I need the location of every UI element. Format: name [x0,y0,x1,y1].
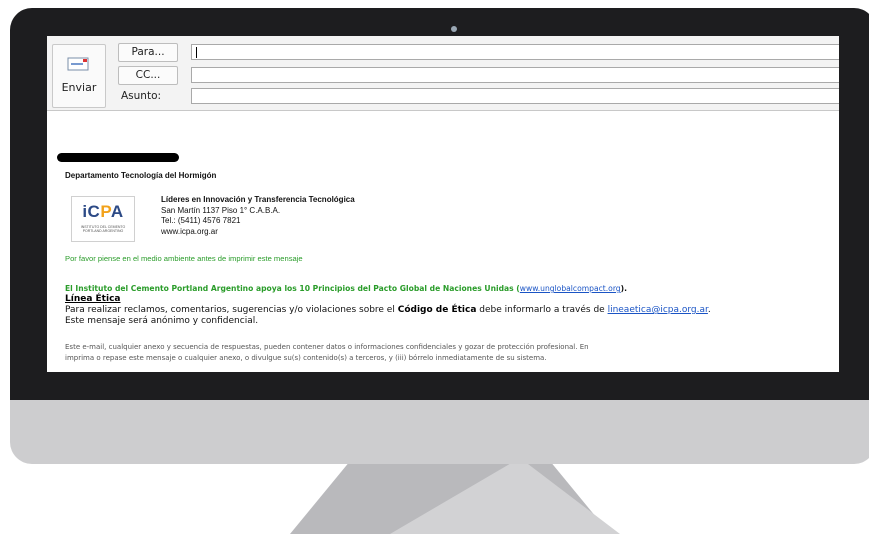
cc-button[interactable]: CC... [118,66,178,85]
send-label: Enviar [61,81,97,94]
signature-website: www.icpa.org.ar [161,226,218,236]
send-mail-icon [67,57,89,71]
global-compact-text: El Instituto del Cemento Portland Argent… [65,284,520,293]
ethics-line1-end: . [707,305,711,315]
signature-block: Líderes en Innovación y Transferencia Te… [161,195,355,237]
subject-label: Asunto: [121,90,162,102]
cc-field[interactable] [191,67,839,83]
message-body[interactable]: Departamento Tecnología del Hormigón iCP… [47,111,839,372]
ethics-email-link[interactable]: lineaetica@icpa.org.ar [608,305,708,315]
signature-phone: Tel.: (5411) 4576 7821 [161,216,241,225]
logo-wordmark: iCPA [75,202,131,222]
logo-letter-a: A [110,202,124,221]
logo-letter-p: P [100,202,111,221]
monitor-chin [10,400,869,464]
logo-subtitle: INSTITUTO DEL CEMENTO PORTLAND ARGENTINO [74,225,132,233]
webcam-icon [451,26,457,32]
ethics-line1-middle: debe informarlo a través de [476,305,608,315]
disclaimer-line-2: imprima o repase este mensaje o cualquie… [65,354,547,362]
redacted-sender-name [57,153,179,162]
global-compact-link[interactable]: www.unglobalcompact.org [520,284,621,293]
ethics-code-name: Código de Ética [397,305,477,315]
ethics-line1-start: Para realizar reclamos, comentarios, sug… [65,305,398,315]
icpa-logo: iCPA INSTITUTO DEL CEMENTO PORTLAND ARGE… [71,196,135,242]
ethics-line-1: Para realizar reclamos, comentarios, sug… [65,305,711,316]
subject-field[interactable] [191,88,839,104]
send-button[interactable]: Enviar [52,44,106,108]
logo-letters-ic: iC [82,202,101,221]
email-compose-window: Enviar Para... CC... Asunto: Departament… [47,36,839,372]
to-field[interactable] [191,44,839,60]
text-caret [196,47,197,58]
signature-address: San Martín 1137 Piso 1° C.A.B.A. [161,205,281,215]
logo-subtitle-line2: PORTLAND ARGENTINO [82,229,124,233]
signature-tagline: Líderes en Innovación y Transferencia Te… [161,195,355,204]
ethics-title: Línea Ética [65,294,121,304]
global-compact-note: El Instituto del Cemento Portland Argent… [65,284,627,293]
ethics-text: Para realizar reclamos, comentarios, sug… [65,305,711,327]
global-compact-tail: ). [620,284,627,293]
compose-header: Enviar Para... CC... Asunto: [47,36,839,111]
environment-note: Por favor piense en el medio ambiente an… [65,254,303,263]
disclaimer-line-1: Este e-mail, cualquier anexo y secuencia… [65,343,589,351]
department-name: Departamento Tecnología del Hormigón [65,171,217,180]
confidentiality-disclaimer: Este e-mail, cualquier anexo y secuencia… [65,342,589,364]
ethics-line-2: Este mensaje será anónimo y confidencial… [65,316,259,326]
to-button[interactable]: Para... [118,43,178,62]
